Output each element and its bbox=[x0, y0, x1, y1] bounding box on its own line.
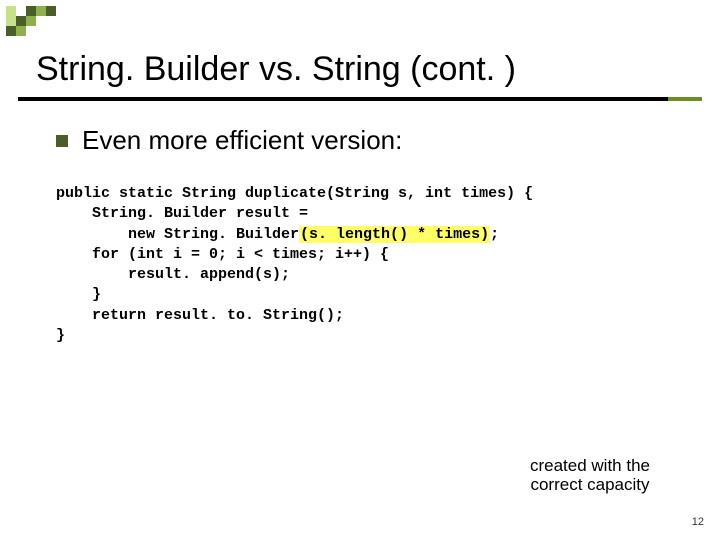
logo-pixel-grid bbox=[6, 6, 56, 36]
bullet-item: Even more efficient version: bbox=[56, 125, 664, 156]
code-line: ; bbox=[490, 226, 499, 243]
code-line: result. append(s); bbox=[56, 266, 290, 283]
code-line: public static String duplicate(String s,… bbox=[56, 185, 533, 202]
highlighted-code: (s. length() * times) bbox=[299, 226, 490, 243]
callout-cloud: created with the correct capacity bbox=[510, 446, 670, 485]
callout-text: created with the correct capacity bbox=[510, 456, 670, 495]
slide-title: String. Builder vs. String (cont. ) bbox=[30, 50, 690, 89]
title-underline bbox=[18, 97, 702, 101]
slide-body: Even more efficient version: public stat… bbox=[0, 101, 720, 346]
code-line: for (int i = 0; i < times; i++) { bbox=[56, 246, 389, 263]
code-line: } bbox=[56, 327, 65, 344]
code-line: new String. Builder bbox=[56, 226, 299, 243]
code-line: String. Builder result = bbox=[56, 205, 308, 222]
code-block: public static String duplicate(String s,… bbox=[56, 184, 664, 346]
page-number: 12 bbox=[692, 516, 704, 528]
code-line: } bbox=[56, 286, 101, 303]
bullet-text: Even more efficient version: bbox=[82, 125, 402, 156]
title-area: String. Builder vs. String (cont. ) bbox=[0, 0, 720, 101]
code-line: return result. to. String(); bbox=[56, 307, 344, 324]
square-bullet-icon bbox=[56, 135, 68, 147]
